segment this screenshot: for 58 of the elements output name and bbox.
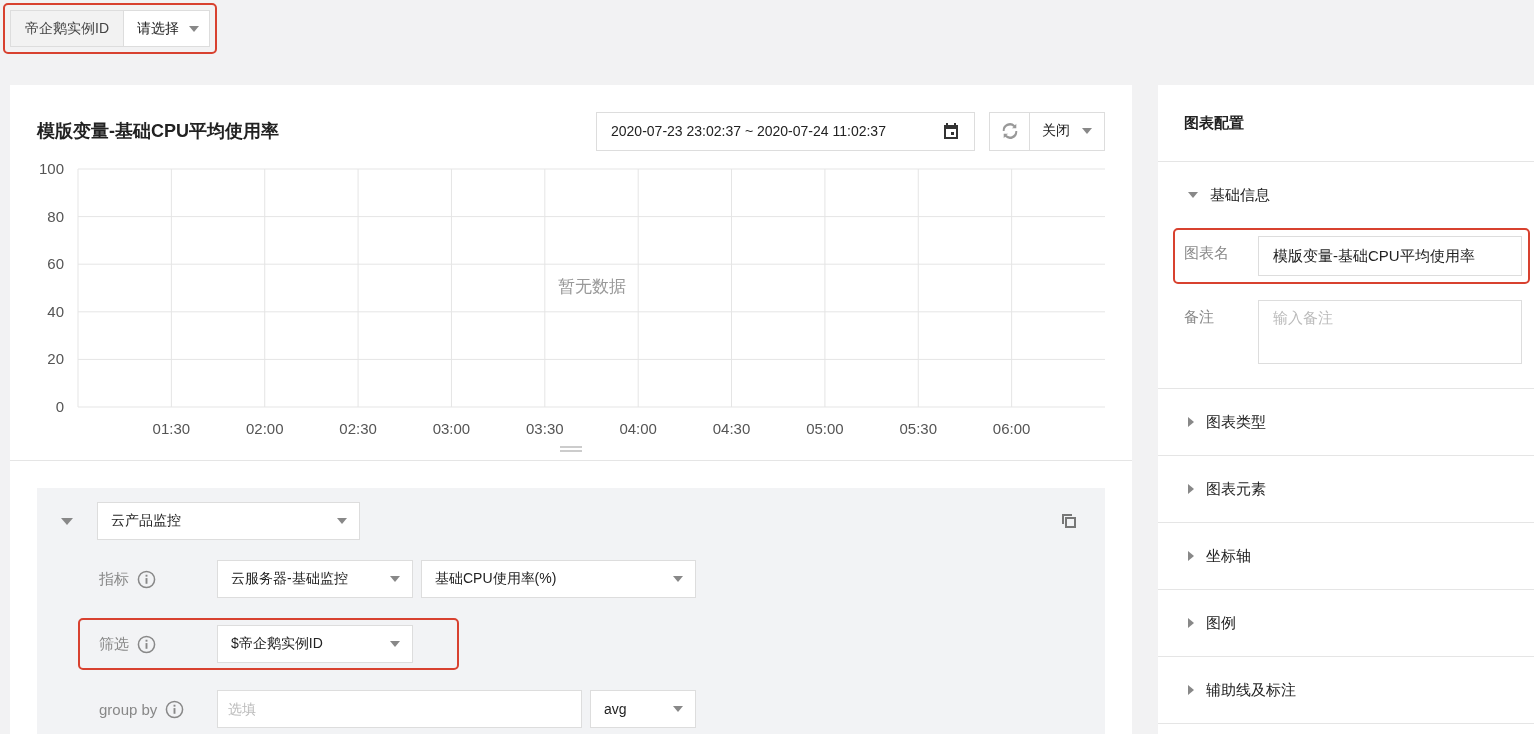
- x-tick-label: 02:30: [339, 420, 377, 437]
- y-tick-label: 60: [47, 255, 64, 273]
- x-tick-label: 05:00: [806, 420, 844, 437]
- caret-icon: [673, 576, 683, 582]
- x-tick-label: 03:00: [432, 420, 471, 437]
- y-tick-label: 0: [55, 398, 64, 415]
- y-tick-label: 40: [47, 302, 64, 320]
- group-by-input[interactable]: 选填: [217, 690, 582, 728]
- x-tick-label: 02:00: [245, 420, 284, 437]
- dropdown-select[interactable]: 基础CPU使用率(%): [421, 560, 696, 598]
- caret-icon: [337, 518, 347, 524]
- caret-icon: [673, 706, 683, 712]
- info-icon[interactable]: [137, 634, 156, 654]
- x-tick-label: 01:30: [152, 420, 191, 437]
- copy-icon[interactable]: [1061, 513, 1077, 529]
- refresh-icon: [1000, 122, 1019, 140]
- x-tick-label: 06:00: [992, 420, 1031, 437]
- y-tick-label: 100: [38, 160, 64, 177]
- empty-message: 暂无数据: [557, 277, 626, 296]
- aggregate-select[interactable]: avg: [590, 690, 696, 728]
- section-header[interactable]: 图表元素: [1158, 456, 1534, 522]
- x-tick-label: 04:00: [619, 420, 657, 437]
- drag-handle-icon: [560, 445, 582, 453]
- y-tick-label: 20: [47, 350, 64, 368]
- field-label: 图表名: [1184, 243, 1230, 263]
- section-header[interactable]: 基础信息: [1158, 162, 1534, 228]
- calendar-icon: [942, 122, 960, 140]
- info-icon[interactable]: [165, 699, 185, 719]
- time-range-picker[interactable]: 2020-07-23 23:02:37 ~ 2020-07-24 11:02:37: [596, 111, 975, 151]
- chart-title: 模版变量-基础CPU平均使用率: [37, 120, 279, 143]
- dropdown-select[interactable]: $帝企鹅实例ID: [217, 625, 413, 663]
- y-tick-label: 80: [47, 207, 64, 225]
- x-tick-label: 03:30: [526, 420, 564, 437]
- field-label: group by: [99, 700, 158, 718]
- panel-title: 图表配置: [1184, 113, 1244, 133]
- variable-label: 帝企鹅实例ID: [10, 10, 123, 47]
- field-label: 筛选: [99, 634, 129, 654]
- variable-select[interactable]: 请选择: [123, 10, 210, 47]
- field-label: 备注: [1184, 307, 1215, 327]
- refresh-button[interactable]: [989, 111, 1030, 151]
- section-header[interactable]: 图例: [1158, 590, 1534, 656]
- x-tick-label: 04:30: [712, 420, 751, 437]
- dropdown-select[interactable]: 云服务器-基础监控: [217, 560, 413, 598]
- section-header[interactable]: 坐标轴: [1158, 523, 1534, 589]
- chart-name-input[interactable]: 模版变量-基础CPU平均使用率: [1258, 236, 1522, 276]
- caret-icon: [189, 25, 199, 32]
- field-label: 指标: [99, 569, 129, 589]
- caret-icon: [1082, 128, 1092, 134]
- caret-icon[interactable]: [61, 517, 73, 525]
- remark-textarea[interactable]: 输入备注: [1258, 300, 1522, 364]
- caret-icon: [390, 641, 400, 647]
- caret-icon: [390, 576, 400, 582]
- x-tick-label: 05:30: [899, 420, 938, 437]
- refresh-interval-select[interactable]: 关闭: [1030, 111, 1105, 151]
- section-header[interactable]: 辅助线及标注: [1158, 657, 1534, 723]
- source-select[interactable]: 云产品监控: [97, 502, 360, 540]
- section-header[interactable]: 图表类型: [1158, 389, 1534, 455]
- info-icon[interactable]: [137, 569, 156, 589]
